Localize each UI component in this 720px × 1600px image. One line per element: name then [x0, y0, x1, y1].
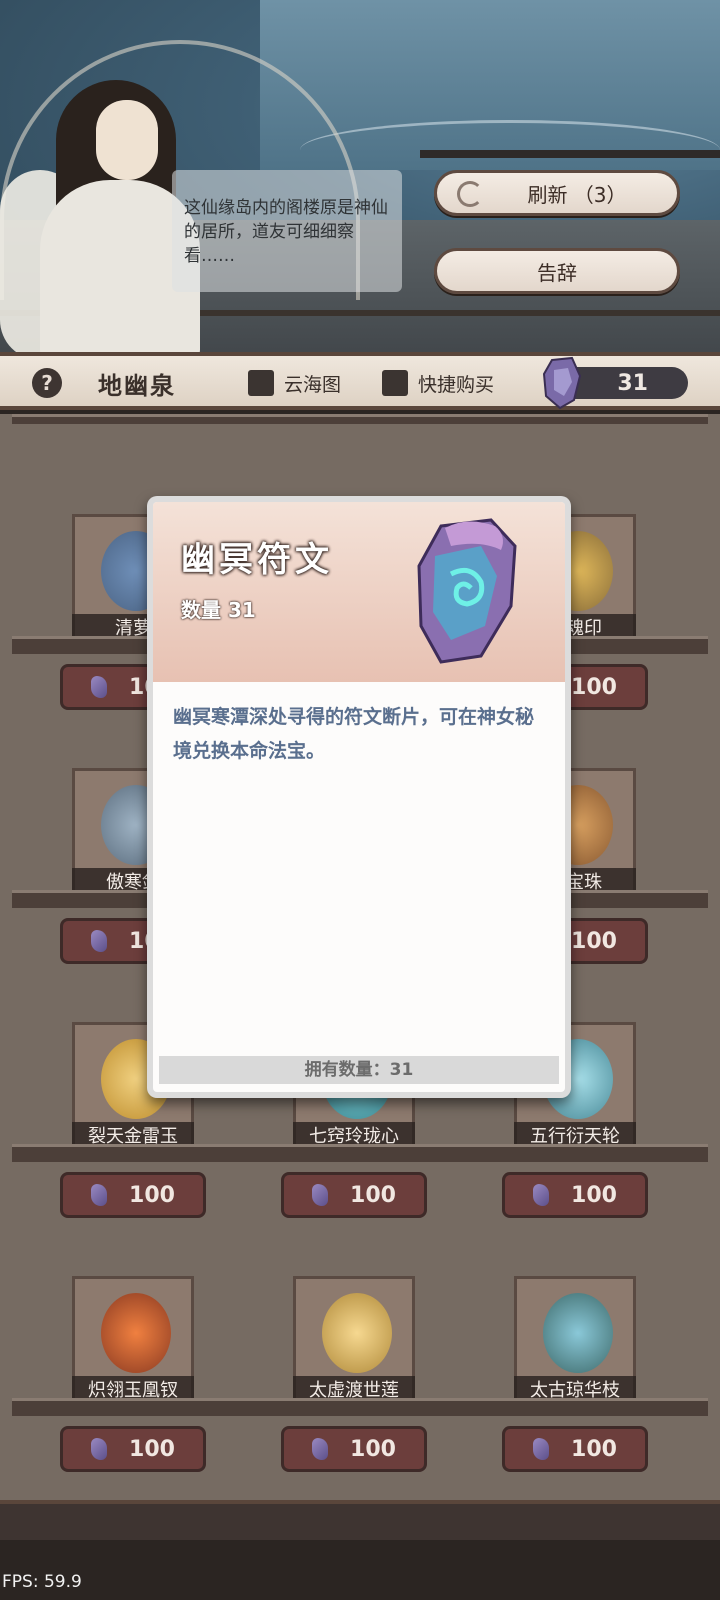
- npc-scene: 这仙缘岛内的阁楼原是神仙的居所，道友可细细察看…… 刷新 （3） 告辞: [0, 0, 720, 360]
- bottom-frame: [0, 1500, 720, 1540]
- leave-button-label: 告辞: [537, 260, 577, 285]
- item-price: 100: [350, 1182, 396, 1208]
- item-price: 100: [350, 1436, 396, 1462]
- item-price: 100: [571, 1182, 617, 1208]
- quick-buy-label: 快捷购买: [418, 374, 495, 396]
- item-price-button[interactable]: 100: [281, 1426, 427, 1472]
- item-price-button[interactable]: 100: [60, 1172, 206, 1218]
- shop-toolbar: ? 地幽泉 云海图 快捷购买 31: [0, 352, 720, 410]
- modal-header: 幽冥符文 数量 31: [153, 502, 565, 682]
- item-price: 100: [129, 1436, 175, 1462]
- modal-owned-count: 拥有数量：31: [159, 1056, 559, 1084]
- item-price: 100: [571, 1436, 617, 1462]
- rune-currency-icon: [91, 1184, 108, 1206]
- item-price: 100: [571, 674, 617, 700]
- item-detail-modal[interactable]: 幽冥符文 数量 31 幽冥寒潭深处寻得的符文断片，可在神女秘境兑换本命法宝。 拥…: [147, 496, 571, 1098]
- rune-currency-icon: [91, 930, 108, 952]
- rune-currency-icon: [542, 356, 582, 410]
- refresh-button-label: 刷新 （3）: [527, 182, 627, 207]
- refresh-button[interactable]: 刷新 （3）: [434, 170, 680, 216]
- quick-buy-checkbox[interactable]: [382, 370, 408, 396]
- modal-panel: 幽冥符文 数量 31 幽冥寒潭深处寻得的符文断片，可在神女秘境兑换本命法宝。 拥…: [153, 502, 565, 1092]
- railing: [420, 150, 720, 158]
- npc-dialog: 这仙缘岛内的阁楼原是神仙的居所，道友可细细察看……: [172, 170, 402, 292]
- item-price: 100: [571, 928, 617, 954]
- rune-currency-icon: [91, 676, 108, 698]
- currency-amount: 31: [617, 370, 648, 396]
- help-icon[interactable]: ?: [32, 368, 62, 398]
- rune-currency-icon: [312, 1438, 329, 1460]
- rune-currency-icon: [312, 1184, 329, 1206]
- modal-title: 幽冥符文: [181, 540, 333, 580]
- item-price: 100: [129, 1182, 175, 1208]
- shop-title: 地幽泉: [98, 372, 176, 400]
- leave-button[interactable]: 告辞: [434, 248, 680, 294]
- item-price-button[interactable]: 100: [502, 1172, 648, 1218]
- rune-currency-icon: [91, 1438, 108, 1460]
- npc-face: [96, 100, 158, 180]
- rune-currency-icon: [533, 1184, 550, 1206]
- shelf-top: [12, 414, 708, 424]
- item-price-button[interactable]: 100: [502, 1426, 648, 1472]
- shelf: [12, 1144, 708, 1162]
- item-price-button[interactable]: 100: [60, 1426, 206, 1472]
- modal-description: 幽冥寒潭深处寻得的符文断片，可在神女秘境兑换本命法宝。: [173, 706, 535, 762]
- npc-dialog-text: 这仙缘岛内的阁楼原是神仙的居所，道友可细细察看……: [184, 198, 388, 266]
- cloud-map-label: 云海图: [284, 374, 342, 396]
- modal-quantity: 数量 31: [181, 598, 256, 622]
- rune-fragment-icon: [417, 518, 517, 664]
- rune-currency-icon: [533, 1438, 550, 1460]
- refresh-icon: [457, 181, 483, 207]
- cloud-map-checkbox[interactable]: [248, 370, 274, 396]
- item-price-button[interactable]: 100: [281, 1172, 427, 1218]
- fps-counter: FPS: 59.9: [2, 1572, 82, 1592]
- shelf: [12, 1398, 708, 1416]
